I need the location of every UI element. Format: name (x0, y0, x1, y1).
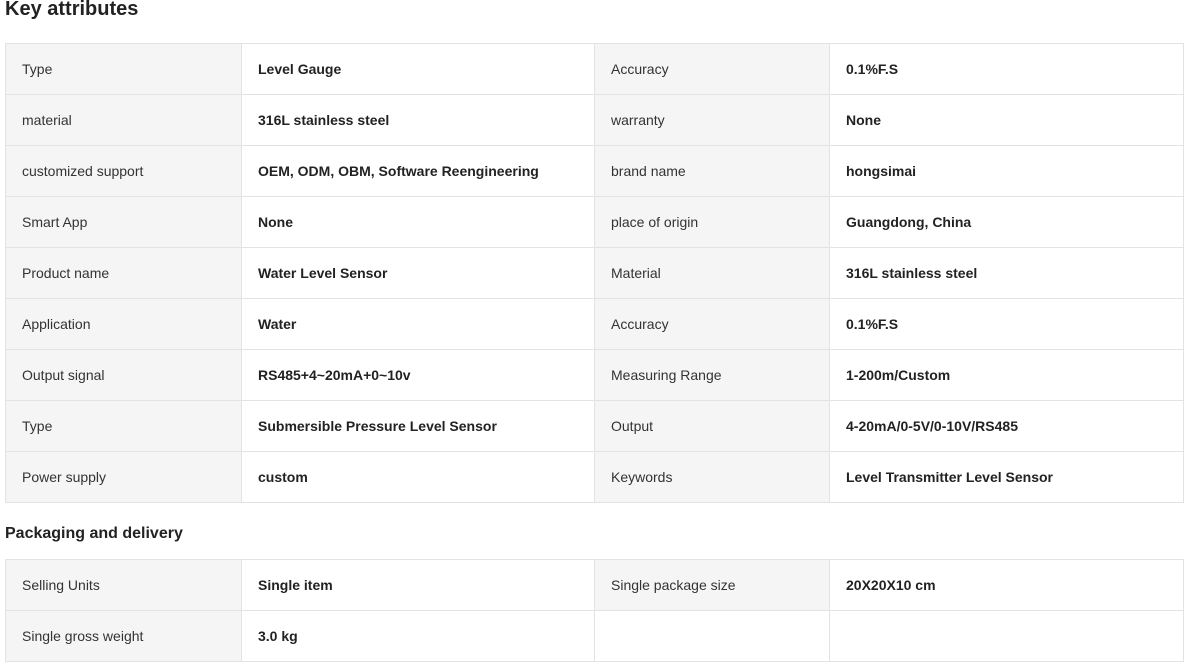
attribute-value: 4-20mA/0-5V/0-10V/RS485 (829, 400, 1184, 452)
attribute-label: Smart App (5, 196, 242, 248)
attribute-label: place of origin (594, 196, 830, 248)
attribute-label: Type (5, 43, 242, 95)
empty-cell (594, 610, 830, 662)
attribute-value: OEM, ODM, OBM, Software Reengineering (241, 145, 595, 197)
attribute-value: hongsimai (829, 145, 1184, 197)
attribute-label: Accuracy (594, 43, 830, 95)
attribute-value: None (829, 94, 1184, 146)
attribute-value: Submersible Pressure Level Sensor (241, 400, 595, 452)
packaging-label: Single gross weight (5, 610, 242, 662)
attribute-label: material (5, 94, 242, 146)
attribute-value: Water Level Sensor (241, 247, 595, 299)
packaging-row: Single gross weight 3.0 kg (5, 610, 1184, 662)
attribute-value: Guangdong, China (829, 196, 1184, 248)
attribute-value: None (241, 196, 595, 248)
attribute-row: Product name Water Level Sensor Material… (5, 247, 1184, 299)
attribute-row: customized support OEM, ODM, OBM, Softwa… (5, 145, 1184, 197)
attribute-label: Application (5, 298, 242, 350)
attribute-label: warranty (594, 94, 830, 146)
packaging-table: Selling Units Single item Single package… (5, 559, 1184, 662)
attribute-row: Application Water Accuracy 0.1%F.S (5, 298, 1184, 350)
packaging-label: Single package size (594, 559, 830, 611)
attribute-label: Power supply (5, 451, 242, 503)
attribute-label: Type (5, 400, 242, 452)
empty-cell (829, 610, 1184, 662)
packaging-value: Single item (241, 559, 595, 611)
key-attributes-title: Key attributes (5, 0, 139, 20)
attribute-value: 0.1%F.S (829, 298, 1184, 350)
attribute-label: Keywords (594, 451, 830, 503)
attribute-label: Material (594, 247, 830, 299)
attribute-label: Measuring Range (594, 349, 830, 401)
attribute-label: Accuracy (594, 298, 830, 350)
attribute-value: 1-200m/Custom (829, 349, 1184, 401)
key-attributes-table: Type Level Gauge Accuracy 0.1%F.S materi… (5, 43, 1184, 503)
packaging-value: 3.0 kg (241, 610, 595, 662)
attribute-label: brand name (594, 145, 830, 197)
packaging-row: Selling Units Single item Single package… (5, 559, 1184, 611)
attribute-label: Product name (5, 247, 242, 299)
attribute-value: 0.1%F.S (829, 43, 1184, 95)
attribute-row: Output signal RS485+4~20mA+0~10v Measuri… (5, 349, 1184, 401)
packaging-label: Selling Units (5, 559, 242, 611)
attribute-row: Type Submersible Pressure Level Sensor O… (5, 400, 1184, 452)
attribute-value: Water (241, 298, 595, 350)
packaging-value: 20X20X10 cm (829, 559, 1184, 611)
attribute-value: 316L stainless steel (829, 247, 1184, 299)
attribute-value: Level Transmitter Level Sensor (829, 451, 1184, 503)
attribute-row: Power supply custom Keywords Level Trans… (5, 451, 1184, 503)
attribute-row: Smart App None place of origin Guangdong… (5, 196, 1184, 248)
attribute-value: RS485+4~20mA+0~10v (241, 349, 595, 401)
attribute-label: customized support (5, 145, 242, 197)
attribute-value: 316L stainless steel (241, 94, 595, 146)
attribute-row: material 316L stainless steel warranty N… (5, 94, 1184, 146)
attribute-value: custom (241, 451, 595, 503)
packaging-title: Packaging and delivery (5, 525, 183, 542)
attribute-row: Type Level Gauge Accuracy 0.1%F.S (5, 43, 1184, 95)
attribute-label: Output (594, 400, 830, 452)
attribute-value: Level Gauge (241, 43, 595, 95)
attribute-label: Output signal (5, 349, 242, 401)
